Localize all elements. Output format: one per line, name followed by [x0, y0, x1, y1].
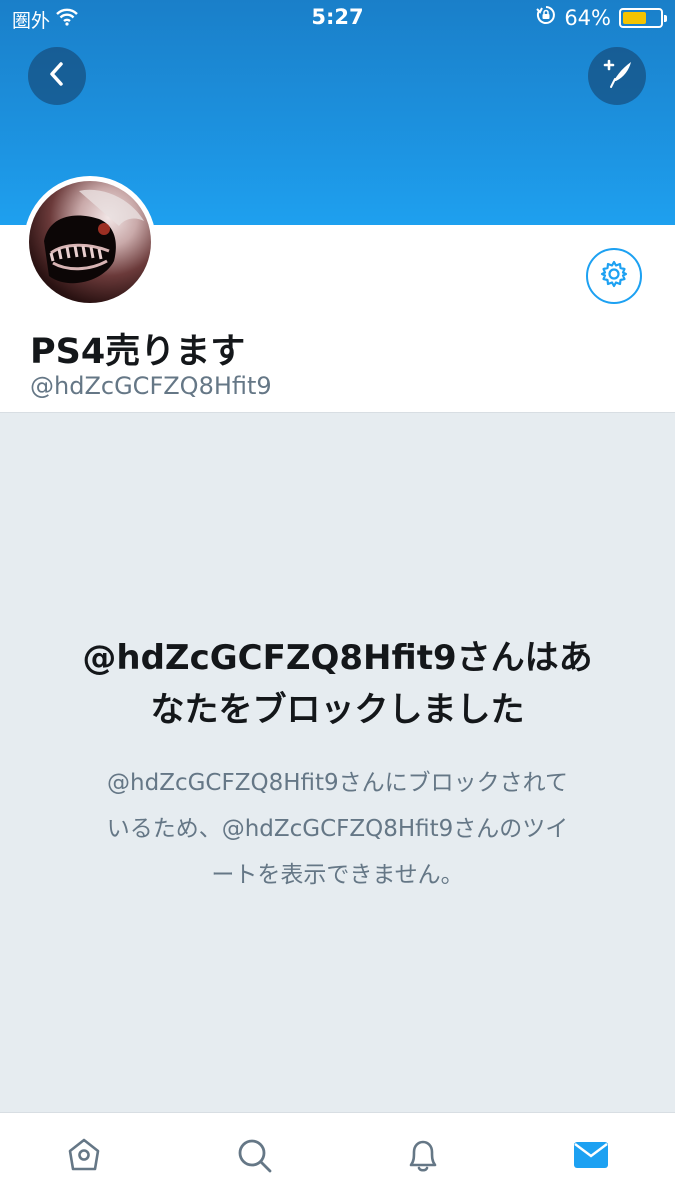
tab-home[interactable]	[62, 1135, 106, 1179]
tab-bar	[0, 1112, 675, 1201]
compose-tweet-icon	[599, 56, 635, 96]
home-icon	[64, 1135, 104, 1179]
battery-level-fill	[623, 11, 647, 24]
battery-icon	[619, 7, 667, 28]
chevron-left-icon	[46, 61, 68, 91]
tab-notifications[interactable]	[401, 1135, 445, 1179]
battery-percent: 64%	[564, 5, 611, 30]
notifications-icon	[403, 1135, 443, 1179]
settings-button[interactable]	[586, 248, 642, 304]
blocked-description-line3: ートを表示できません。	[211, 862, 464, 888]
compose-tweet-button[interactable]	[588, 47, 646, 105]
gear-icon	[599, 259, 629, 293]
tab-search[interactable]	[232, 1135, 276, 1179]
search-icon	[234, 1135, 274, 1179]
blocked-description: @hdZcGCFZQ8Hfit9さんにブロックされて いるため、@hdZcGCF…	[62, 760, 613, 898]
avatar[interactable]	[24, 176, 156, 308]
profile-handle: @hdZcGCFZQ8Hfit9	[30, 372, 272, 400]
messages-icon	[571, 1135, 611, 1179]
blocked-title-line2: なたをブロックしました	[150, 690, 525, 730]
back-button[interactable]	[28, 47, 86, 105]
blocked-title-line1: @hdZcGCFZQ8Hfit9さんはあ	[82, 638, 593, 678]
avatar-image	[29, 181, 151, 303]
blocked-description-line2: いるため、@hdZcGCFZQ8Hfit9さんのツイ	[106, 816, 569, 842]
blocked-description-line1: @hdZcGCFZQ8Hfit9さんにブロックされて	[107, 770, 568, 796]
rotation-lock-icon	[536, 5, 556, 30]
display-name: PS4売ります	[30, 332, 246, 372]
status-right: 64%	[536, 5, 667, 30]
status-bar: 圏外 5:27 64%	[0, 0, 675, 38]
blocked-title: @hdZcGCFZQ8Hfit9さんはあ なたをブロックしました	[40, 632, 635, 736]
tab-messages[interactable]	[569, 1135, 613, 1179]
